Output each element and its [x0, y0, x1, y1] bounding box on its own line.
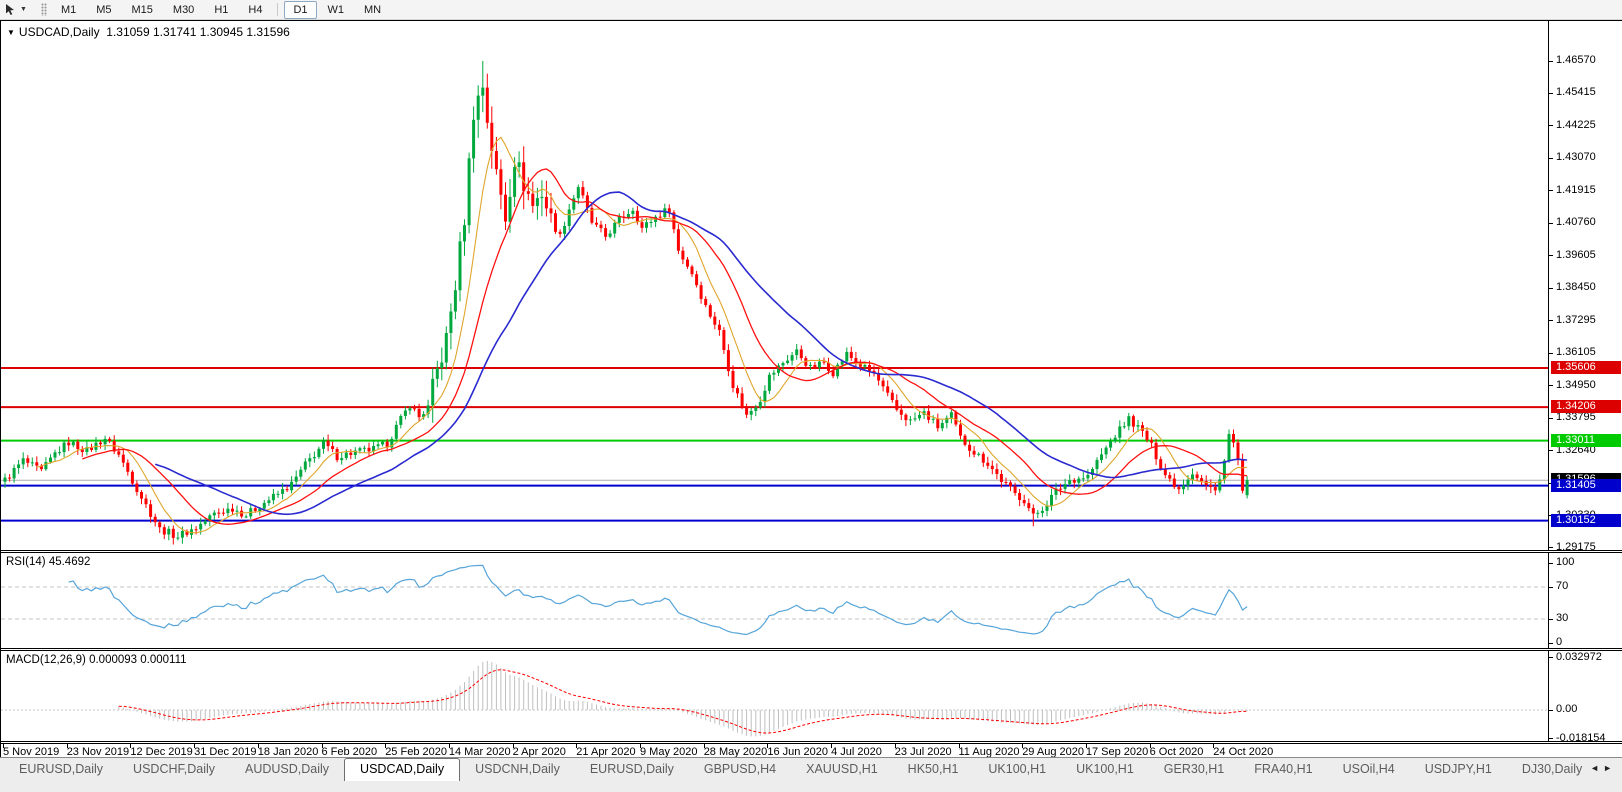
axis-tick-mark: [1549, 657, 1553, 658]
price-tick-label: 1.38450: [1556, 281, 1596, 293]
timeframe-button-m15[interactable]: M15: [123, 1, 162, 19]
pane-splitter[interactable]: [1, 741, 1622, 744]
tab-eurusd-daily[interactable]: EURUSD,Daily: [4, 758, 118, 781]
tab-usoil-h4[interactable]: USOil,H4: [1328, 758, 1410, 781]
pane-splitter[interactable]: [1, 550, 1622, 553]
rsi-scale-label: 70: [1556, 580, 1568, 592]
axis-tick-mark: [1549, 353, 1553, 354]
toolbar-grip[interactable]: [41, 3, 47, 16]
level-price-label: 1.30152: [1551, 514, 1621, 527]
timeframe-button-m1[interactable]: M1: [52, 1, 85, 19]
chart-title: ▼ USDCAD,Daily 1.31059 1.31741 1.30945 1.…: [7, 25, 290, 39]
price-tick-label: 1.36105: [1556, 346, 1596, 358]
timeframe-button-d1[interactable]: D1: [284, 1, 316, 19]
macd-pane[interactable]: [1, 651, 1548, 741]
tab-scroll-arrows: ◄►: [1590, 763, 1616, 773]
tab-hk50-h1[interactable]: HK50,H1: [893, 758, 974, 781]
level-price-label: 1.33011: [1551, 434, 1621, 447]
rsi-pane[interactable]: [1, 553, 1548, 648]
macd-scale-label: 0.00: [1556, 703, 1577, 715]
axis-tick-mark: [1549, 93, 1553, 94]
date-axis: 5 Nov 201923 Nov 201912 Dec 201931 Dec 2…: [1, 744, 1548, 758]
price-axis: 1.46570 1.45415 1.44225 1.43070 1.41915 1.407…: [1548, 21, 1622, 744]
price-tick-label: 1.43070: [1556, 151, 1596, 163]
tab-scroll-left-icon[interactable]: ◄: [1590, 763, 1603, 773]
axis-tick-mark: [1549, 710, 1553, 711]
chart-symbol-label: USDCAD,Daily: [19, 25, 100, 39]
axis-tick-mark: [1549, 643, 1553, 644]
price-tick-label: 1.37295: [1556, 314, 1596, 326]
axis-tick-mark: [1549, 547, 1553, 548]
timeframe-button-h1[interactable]: H1: [205, 1, 237, 19]
tab-audusd-daily[interactable]: AUDUSD,Daily: [230, 758, 344, 781]
axis-tick-mark: [1549, 190, 1553, 191]
rsi-label: RSI(14) 45.4692: [6, 556, 90, 568]
axis-tick-mark: [1549, 320, 1553, 321]
chart-title-collapse-icon[interactable]: ▼: [7, 28, 15, 37]
tab-fra40-h1[interactable]: FRA40,H1: [1239, 758, 1327, 781]
tab-usdjpy-h1[interactable]: USDJPY,H1: [1410, 758, 1507, 781]
timeframe-button-m5[interactable]: M5: [87, 1, 120, 19]
axis-tick-mark: [1549, 61, 1553, 62]
price-pane[interactable]: [1, 21, 1548, 550]
tab-dj30-daily[interactable]: DJ30,Daily: [1507, 758, 1588, 781]
timeframe-button-mn[interactable]: MN: [355, 1, 390, 19]
toolbar-separator: [277, 3, 278, 16]
tab-xauusd-h1[interactable]: XAUUSD,H1: [791, 758, 893, 781]
axis-tick-mark: [1549, 563, 1553, 564]
axis-tick-mark: [1549, 619, 1553, 620]
rsi-scale-label: 30: [1556, 612, 1568, 624]
tab-ger30-h1[interactable]: GER30,H1: [1149, 758, 1239, 781]
chart-tab-bar: EURUSD,DailyUSDCHF,DailyAUDUSD,DailyUSDC…: [0, 757, 1622, 792]
timeframe-button-m30[interactable]: M30: [164, 1, 203, 19]
top-toolbar: ▼ M1M5M15M30H1H4 D1W1MN: [0, 0, 1622, 20]
chart-window: ▼ USDCAD,Daily 1.31059 1.31741 1.30945 1.…: [0, 20, 1622, 757]
level-price-label: 1.35606: [1551, 361, 1621, 374]
axis-tick-mark: [1549, 587, 1553, 588]
chart-ohlc-values: 1.31059 1.31741 1.30945 1.31596: [106, 25, 290, 39]
tab-gbpusd-h4[interactable]: GBPUSD,H4: [689, 758, 791, 781]
tab-usdcad-daily[interactable]: USDCAD,Daily: [344, 758, 460, 781]
axis-tick-mark: [1549, 158, 1553, 159]
price-tick-label: 1.39605: [1556, 249, 1596, 261]
pane-splitter[interactable]: [1, 648, 1622, 651]
tab-eurusd-daily[interactable]: EURUSD,Daily: [575, 758, 689, 781]
tab-scroll-right-icon[interactable]: ►: [1603, 763, 1616, 773]
axis-tick-mark: [1549, 450, 1553, 451]
macd-label: MACD(12,26,9) 0.000093 0.000111: [6, 654, 187, 666]
tab-usdchf-daily[interactable]: USDCHF,Daily: [118, 758, 230, 781]
axis-tick-mark: [1549, 738, 1553, 739]
timeframe-button-h4[interactable]: H4: [239, 1, 271, 19]
timeframe-button-w1[interactable]: W1: [319, 1, 354, 19]
cursor-tool-icon[interactable]: [4, 3, 16, 16]
macd-scale-label: 0.032972: [1556, 651, 1602, 663]
axis-tick-mark: [1549, 288, 1553, 289]
price-tick-label: 1.46570: [1556, 54, 1596, 66]
rsi-scale-label: 100: [1556, 556, 1574, 568]
chart-tabs: EURUSD,DailyUSDCHF,DailyAUDUSD,DailyUSDC…: [4, 758, 1588, 781]
price-tick-label: 1.45415: [1556, 86, 1596, 98]
tab-uk100-h1[interactable]: UK100,H1: [973, 758, 1061, 781]
axis-tick-mark: [1549, 255, 1553, 256]
rsi-scale-label: 0: [1556, 636, 1562, 648]
tab-uk100-h1[interactable]: UK100,H1: [1061, 758, 1149, 781]
price-tick-label: 1.41915: [1556, 184, 1596, 196]
level-price-label: 1.31405: [1551, 479, 1621, 492]
tab-usdcnh-daily[interactable]: USDCNH,Daily: [460, 758, 575, 781]
timeframe-buttons: M1M5M15M30H1H4 D1W1MN: [51, 1, 391, 19]
axis-tick-mark: [1549, 223, 1553, 224]
price-tick-label: 1.44225: [1556, 119, 1596, 131]
axis-tick-mark: [1549, 385, 1553, 386]
axis-tick-mark: [1549, 125, 1553, 126]
price-tick-label: 1.40760: [1556, 216, 1596, 228]
level-price-label: 1.34206: [1551, 400, 1621, 413]
cursor-tool-caret-icon[interactable]: ▼: [20, 6, 27, 13]
price-tick-label: 1.34950: [1556, 379, 1596, 391]
axis-tick-mark: [1549, 418, 1553, 419]
